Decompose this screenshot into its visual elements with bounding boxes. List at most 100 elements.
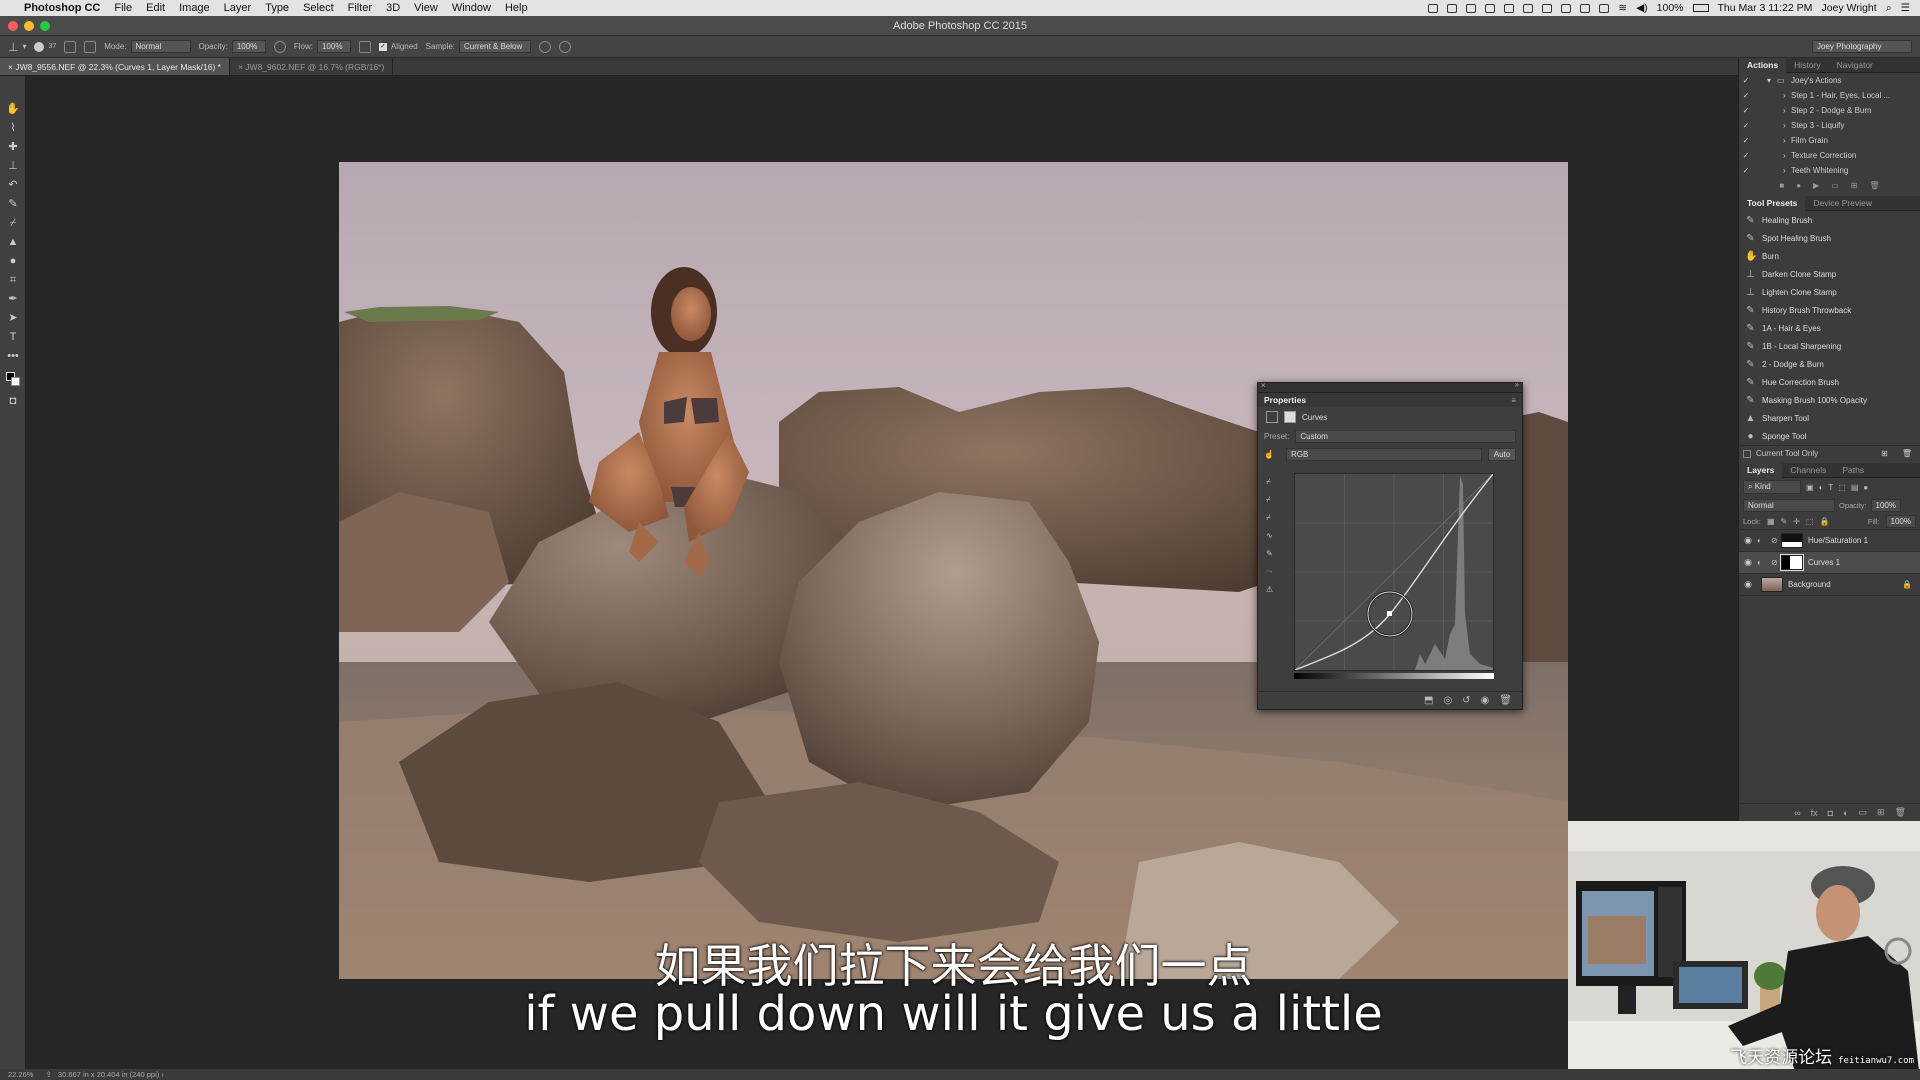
filter-shape-icon[interactable]: ⬚	[1838, 483, 1846, 492]
white-point-eyedropper-icon[interactable]: ⌿	[1266, 513, 1282, 531]
toggle-clone-source-button[interactable]	[84, 40, 97, 53]
filter-smart-object-icon[interactable]: ▤	[1851, 483, 1859, 492]
status-icon[interactable]	[1428, 3, 1439, 13]
brush-icon[interactable]: ✎	[6, 197, 20, 211]
menu-view[interactable]: View	[414, 2, 438, 14]
menu-file[interactable]: File	[114, 2, 132, 14]
new-set-icon[interactable]: ▭	[1831, 181, 1839, 190]
preset-item[interactable]: ✎ History Brush Throwback	[1739, 301, 1920, 319]
auto-button[interactable]: Auto	[1488, 447, 1516, 461]
visibility-eye-icon[interactable]: ◉	[1739, 535, 1757, 546]
airbrush-icon[interactable]	[358, 40, 371, 53]
status-icon[interactable]	[1504, 3, 1515, 13]
delete-icon[interactable]: 🗑	[1902, 449, 1912, 458]
visibility-eye-icon[interactable]: ◉	[1739, 557, 1757, 568]
opacity-field[interactable]: 100%	[231, 40, 266, 53]
lock-transparency-icon[interactable]: ▦	[1767, 517, 1775, 526]
doc-tab-active[interactable]: × JW8_9556.NEF @ 22.3% (Curves 1, Layer …	[0, 58, 230, 75]
preset-item[interactable]: ✎ Hue Correction Brush	[1739, 373, 1920, 391]
pen-icon[interactable]: ✒	[6, 292, 20, 306]
menu-layer[interactable]: Layer	[224, 2, 252, 14]
filter-pixel-icon[interactable]: ▣	[1806, 483, 1814, 492]
pressure-opacity-icon[interactable]	[273, 40, 286, 53]
layer-mask-thumbnail[interactable]	[1781, 533, 1803, 548]
menu-type[interactable]: Type	[265, 2, 289, 14]
menu-edit[interactable]: Edit	[146, 2, 165, 14]
preset-item[interactable]: ⊥ Lighten Clone Stamp	[1739, 283, 1920, 301]
layer-opacity-field[interactable]: 100%	[1870, 498, 1901, 512]
panel-close-icon[interactable]: ×	[1261, 381, 1266, 390]
zoom-window-button[interactable]	[40, 21, 50, 31]
layer-row-selected[interactable]: ◉ ◐ ⊘ Curves 1	[1739, 552, 1920, 574]
channel-dropdown[interactable]: RGB	[1286, 447, 1482, 461]
volume-icon[interactable]: ◀)	[1636, 2, 1648, 14]
hand-tool-icon[interactable]: ✋	[6, 102, 20, 116]
notification-icon[interactable]: ☰	[1901, 2, 1910, 14]
new-preset-icon[interactable]: ⊞	[1881, 449, 1888, 458]
link-layers-icon[interactable]: ∞	[1794, 808, 1800, 818]
current-tool-only-checkbox[interactable]	[1743, 449, 1751, 458]
eyedropper-icon[interactable]: ⌿	[6, 216, 20, 230]
chain-link-icon[interactable]: ⊘	[1771, 558, 1781, 567]
properties-tab[interactable]: Properties	[1264, 395, 1306, 405]
reset-icon[interactable]: ↺	[1462, 695, 1470, 706]
flow-field[interactable]: 100%	[316, 40, 351, 53]
pressure-size-icon[interactable]	[559, 40, 572, 53]
new-layer-icon[interactable]: ⊞	[1877, 807, 1885, 818]
menu-filter[interactable]: Filter	[348, 2, 372, 14]
chevron-right-icon[interactable]: ›	[1783, 106, 1791, 115]
clock[interactable]: Thu Mar 3 11:22 PM	[1718, 2, 1813, 14]
clone-stamp-icon[interactable]: ⊥	[6, 159, 20, 173]
status-icon[interactable]	[1542, 3, 1553, 13]
check-icon[interactable]: ✓	[1739, 76, 1753, 85]
tab-device-preview[interactable]: Device Preview	[1805, 196, 1880, 211]
sample-dropdown[interactable]: Current & Below	[459, 40, 532, 53]
filter-toggle-icon[interactable]: ●	[1863, 483, 1868, 492]
record-icon[interactable]: ●	[1796, 181, 1801, 190]
layer-mask-icon[interactable]	[1284, 411, 1296, 423]
chevron-down-icon[interactable]: ▾	[1767, 76, 1777, 85]
workspace-switcher[interactable]: Joey Photography	[1812, 40, 1912, 53]
status-icon[interactable]	[1580, 3, 1591, 13]
action-item[interactable]: ✓ › Step 3 - Liquify	[1739, 118, 1920, 133]
check-icon[interactable]: ✓	[1739, 136, 1753, 145]
crop-icon[interactable]: ⌗	[6, 273, 20, 287]
on-image-adjust-icon[interactable]: ☝	[1264, 450, 1280, 459]
zoom-level[interactable]: 22.26%	[8, 1070, 33, 1079]
curve-points-icon[interactable]: ∿	[1266, 531, 1282, 549]
visibility-icon[interactable]: ◉	[1481, 695, 1490, 706]
tab-tool-presets[interactable]: Tool Presets	[1739, 195, 1806, 211]
preset-item[interactable]: ✎ Spot Healing Brush	[1739, 229, 1920, 247]
status-icon[interactable]	[1523, 3, 1534, 13]
filter-type-icon[interactable]: T	[1828, 483, 1833, 492]
color-swatches[interactable]	[6, 372, 20, 386]
path-select-icon[interactable]: ➤	[6, 311, 20, 325]
preset-item[interactable]: ✎ 1B - Local Sharpening	[1739, 337, 1920, 355]
toggle-brush-panel-button[interactable]	[64, 40, 77, 53]
lock-pixels-icon[interactable]: ✎	[1781, 517, 1788, 526]
stop-icon[interactable]: ■	[1779, 181, 1784, 190]
chevron-right-icon[interactable]: ›	[1783, 91, 1791, 100]
preset-item[interactable]: ✎ Healing Brush	[1739, 211, 1920, 229]
preset-item[interactable]: ● Sponge Tool	[1739, 427, 1920, 445]
user-name[interactable]: Joey Wright	[1821, 2, 1876, 14]
lock-all-icon[interactable]: 🔒	[1819, 517, 1829, 526]
preset-item[interactable]: ⊥ Darken Clone Stamp	[1739, 265, 1920, 283]
layer-thumbnail[interactable]	[1761, 577, 1783, 592]
check-icon[interactable]: ✓	[1739, 106, 1753, 115]
preset-item[interactable]: ✋ Burn	[1739, 247, 1920, 265]
status-icon[interactable]	[1561, 3, 1572, 13]
doc-info[interactable]: 30.667 in x 20.404 in (240 ppi)	[58, 1070, 159, 1079]
status-icon[interactable]	[1466, 3, 1477, 13]
history-brush-icon[interactable]: ↶	[6, 178, 20, 192]
dodge-icon[interactable]: ●	[6, 254, 20, 268]
play-icon[interactable]: ▶	[1813, 181, 1819, 190]
check-icon[interactable]: ✓	[1739, 151, 1753, 160]
menu-window[interactable]: Window	[452, 2, 491, 14]
preset-item[interactable]: ▲ Sharpen Tool	[1739, 409, 1920, 427]
gray-point-eyedropper-icon[interactable]: ⌿	[1266, 495, 1282, 513]
tab-actions[interactable]: Actions	[1739, 57, 1787, 73]
action-item[interactable]: ✓ › Film Grain	[1739, 133, 1920, 148]
tab-navigator[interactable]: Navigator	[1829, 58, 1881, 73]
new-action-icon[interactable]: ⊞	[1851, 181, 1858, 190]
